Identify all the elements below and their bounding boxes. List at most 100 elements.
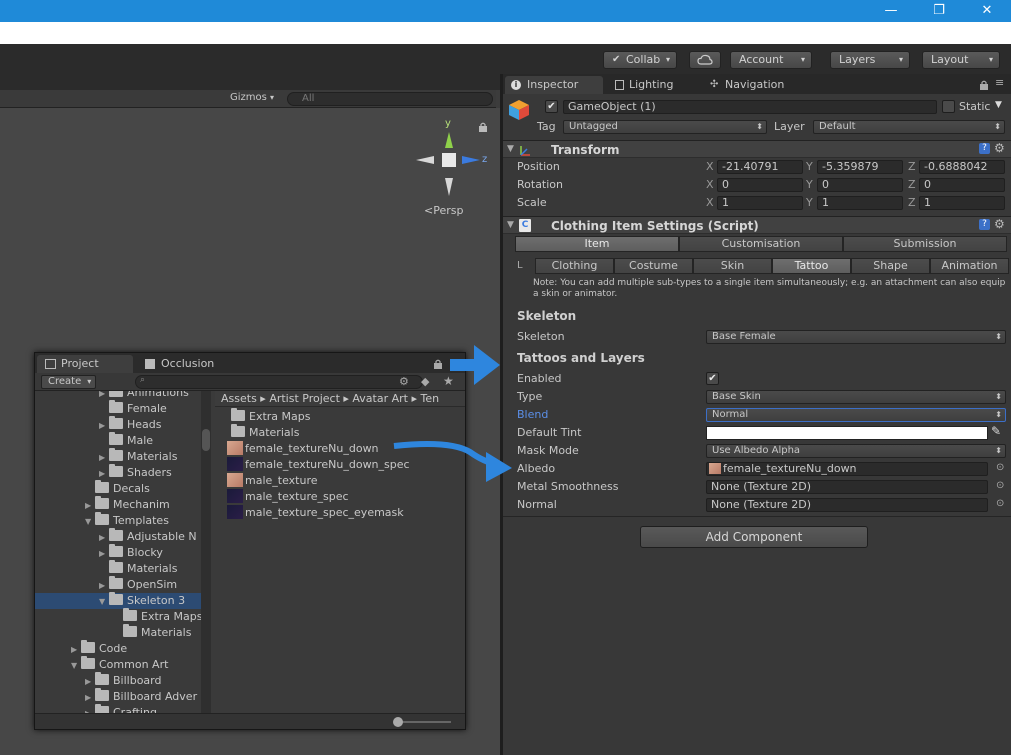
- icon-size-slider-knob[interactable]: [393, 717, 403, 727]
- transform-header[interactable]: ▼ Transform ? ⚙: [503, 140, 1011, 158]
- maximize-button[interactable]: ❐: [922, 0, 956, 22]
- add-component-button[interactable]: Add Component: [640, 526, 868, 548]
- expanded-triangle-icon[interactable]: ▼: [85, 514, 95, 530]
- gear-icon[interactable]: ⚙: [994, 217, 1005, 231]
- clothing-script-header[interactable]: ▼ C Clothing Item Settings (Script) ? ⚙: [503, 216, 1011, 234]
- default-tint-color-field[interactable]: [706, 426, 988, 440]
- transform-y-input[interactable]: -5.359879: [817, 160, 903, 174]
- asset-item[interactable]: female_textureNu_down_spec: [227, 457, 410, 473]
- layer-dropdown[interactable]: Default ⬍: [813, 120, 1005, 134]
- type-dropdown[interactable]: Base Skin ⬍: [706, 390, 1006, 404]
- tree-item[interactable]: ▶ Shaders: [35, 464, 201, 481]
- tree-item[interactable]: Materials: [35, 624, 201, 641]
- lock-icon[interactable]: [433, 359, 443, 369]
- tree-item[interactable]: ▶ Animations: [35, 391, 201, 401]
- main-tab[interactable]: Submission: [843, 236, 1007, 252]
- panel-menu-icon[interactable]: ≡: [995, 76, 1004, 89]
- expanded-triangle-icon[interactable]: ▼: [71, 658, 81, 674]
- collapsed-triangle-icon[interactable]: ▶: [99, 546, 109, 562]
- create-button[interactable]: Create ▾: [41, 375, 97, 389]
- tree-item[interactable]: ▼ Skeleton 3: [35, 592, 201, 610]
- tree-item[interactable]: Extra Maps: [35, 608, 202, 625]
- foldout-icon[interactable]: ▼: [507, 144, 514, 154]
- albedo-texture-field[interactable]: female_textureNu_down: [706, 462, 988, 476]
- collapsed-triangle-icon[interactable]: ▶: [99, 578, 109, 594]
- sub-tab[interactable]: Clothing: [535, 258, 614, 274]
- favorites-star-icon[interactable]: ★: [443, 374, 454, 388]
- transform-z-input[interactable]: 1: [919, 196, 1005, 210]
- tree-scrollbar[interactable]: [201, 391, 211, 713]
- tab-navigation[interactable]: ✣ Navigation: [703, 76, 813, 94]
- asset-item[interactable]: male_texture: [227, 473, 318, 489]
- eyedropper-icon[interactable]: ✎: [991, 424, 1001, 438]
- object-picker-icon[interactable]: ⊙: [996, 462, 1004, 473]
- collapsed-triangle-icon[interactable]: ▶: [85, 706, 95, 713]
- tree-item[interactable]: ▶ OpenSim: [35, 576, 201, 594]
- tree-item[interactable]: Decals: [35, 480, 201, 497]
- collapsed-triangle-icon[interactable]: ▶: [99, 530, 109, 546]
- asset-item[interactable]: Extra Maps: [227, 408, 310, 425]
- account-button[interactable]: Account ▾: [730, 51, 812, 69]
- tree-item[interactable]: Materials: [35, 560, 201, 577]
- transform-y-input[interactable]: 1: [817, 196, 903, 210]
- lock-icon[interactable]: [979, 80, 989, 90]
- sub-tab[interactable]: Animation: [930, 258, 1009, 274]
- object-picker-icon[interactable]: ⊙: [996, 480, 1004, 491]
- gizmos-dropdown[interactable]: Gizmos ▾: [230, 92, 274, 103]
- filter-by-label-icon[interactable]: ◆: [421, 375, 429, 388]
- transform-z-input[interactable]: -0.6888042: [919, 160, 1005, 174]
- tree-item[interactable]: ▼ Templates: [35, 512, 201, 530]
- transform-y-input[interactable]: 0: [817, 178, 903, 192]
- collapsed-triangle-icon[interactable]: ▶: [99, 450, 109, 466]
- asset-item[interactable]: male_texture_spec_eyemask: [227, 505, 404, 521]
- project-search-input[interactable]: ⌕: [135, 375, 423, 389]
- tree-scrollbar-thumb[interactable]: [202, 429, 210, 451]
- close-button[interactable]: ✕: [970, 0, 1004, 22]
- tree-item[interactable]: ▼ Common Art: [35, 656, 201, 674]
- help-icon[interactable]: ?: [979, 143, 990, 154]
- tree-item[interactable]: ▶ Billboard: [35, 672, 201, 690]
- main-tab[interactable]: Customisation: [679, 236, 843, 252]
- tree-item[interactable]: Female: [35, 400, 201, 417]
- collapsed-triangle-icon[interactable]: ▶: [71, 642, 81, 658]
- icon-size-slider[interactable]: [395, 721, 451, 723]
- foldout-icon[interactable]: ▼: [507, 220, 514, 230]
- breadcrumb[interactable]: Assets ▸ Artist Project ▸ Avatar Art ▸ T…: [215, 391, 465, 407]
- tree-item[interactable]: ▶ Blocky: [35, 544, 201, 562]
- sub-tab[interactable]: Skin: [693, 258, 772, 274]
- transform-x-input[interactable]: -21.40791: [717, 160, 803, 174]
- gameobject-name-input[interactable]: GameObject (1): [563, 100, 937, 114]
- static-checkbox[interactable]: [942, 100, 955, 113]
- collapsed-triangle-icon[interactable]: ▶: [85, 498, 95, 514]
- cloud-button[interactable]: [689, 51, 721, 69]
- mask-mode-dropdown[interactable]: Use Albedo Alpha ⬍: [706, 444, 1006, 458]
- enabled-checkbox[interactable]: ✔: [706, 372, 719, 385]
- asset-item[interactable]: female_textureNu_down: [227, 441, 379, 457]
- gear-icon[interactable]: ⚙: [994, 141, 1005, 155]
- sub-tab[interactable]: Shape: [851, 258, 930, 274]
- tree-item[interactable]: Male: [35, 432, 201, 449]
- collapsed-triangle-icon[interactable]: ▶: [85, 674, 95, 690]
- tree-item[interactable]: ▶ Heads: [35, 416, 201, 434]
- tab-lighting[interactable]: Lighting: [607, 76, 699, 94]
- layout-button[interactable]: Layout ▾: [922, 51, 1000, 69]
- blend-dropdown[interactable]: Normal ⬍: [706, 408, 1006, 422]
- expanded-triangle-icon[interactable]: ▼: [99, 594, 109, 610]
- tree-item[interactable]: ▶ Mechanim: [35, 496, 201, 514]
- transform-x-input[interactable]: 0: [717, 178, 803, 192]
- tree-item[interactable]: ▶ Billboard Adver: [35, 688, 201, 705]
- sub-tab[interactable]: Costume: [614, 258, 693, 274]
- tab-occlusion[interactable]: Occlusion: [137, 355, 237, 373]
- collapsed-triangle-icon[interactable]: ▶: [99, 418, 109, 434]
- skeleton-dropdown[interactable]: Base Female ⬍: [706, 330, 1006, 344]
- collab-button[interactable]: ✔ Collab ▾: [603, 51, 677, 69]
- metal-smoothness-texture-field[interactable]: None (Texture 2D): [706, 480, 988, 494]
- tag-dropdown[interactable]: Untagged ⬍: [563, 120, 767, 134]
- scene-orientation-gizmo-icon[interactable]: [414, 118, 484, 198]
- main-tab[interactable]: Item: [515, 236, 679, 252]
- transform-z-input[interactable]: 0: [919, 178, 1005, 192]
- tree-item[interactable]: ▶ Code: [35, 640, 201, 658]
- static-chevron-down-icon[interactable]: ▼: [995, 100, 1002, 110]
- minimize-button[interactable]: —: [874, 0, 908, 22]
- sub-tab[interactable]: Tattoo: [772, 258, 851, 274]
